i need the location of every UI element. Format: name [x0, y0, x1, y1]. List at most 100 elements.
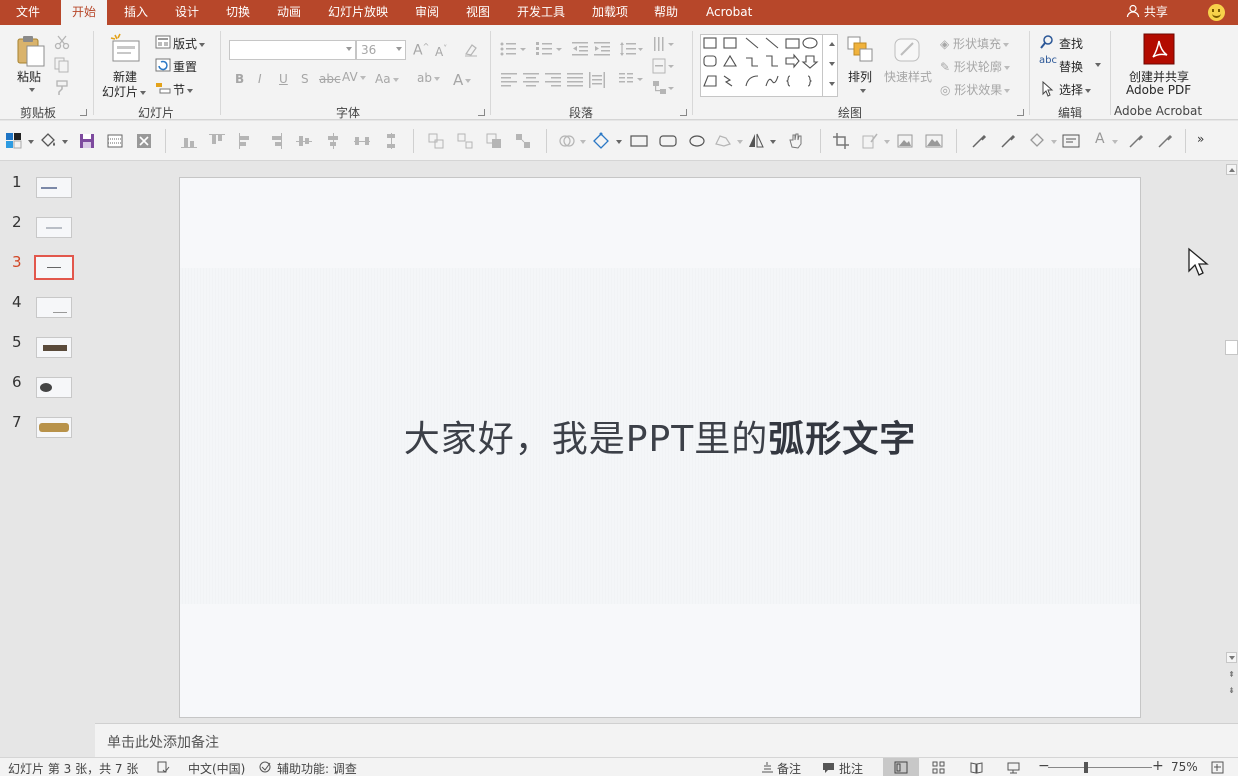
section-button[interactable]: 节: [173, 81, 194, 98]
shape-outline-button[interactable]: ✎ 形状轮廓: [940, 58, 1010, 75]
adobe-pdf-label[interactable]: Adobe PDF: [1126, 83, 1191, 97]
merge-dropdown-icon[interactable]: [580, 140, 586, 144]
slide-thumbnail[interactable]: [36, 217, 72, 238]
arrange-icon[interactable]: [846, 35, 874, 63]
menu-animations[interactable]: 动画: [277, 0, 301, 25]
slide-thumbnail[interactable]: [36, 297, 72, 318]
eyedropper-line-icon[interactable]: [999, 132, 1017, 150]
align-right-icon[interactable]: [545, 73, 561, 87]
cut-icon[interactable]: [54, 34, 70, 50]
reset-button[interactable]: 重置: [173, 58, 197, 75]
menu-insert[interactable]: 插入: [124, 0, 148, 25]
paste-dropdown-icon[interactable]: [29, 88, 35, 92]
align-center-icon[interactable]: [523, 73, 539, 87]
scroll-up-button[interactable]: [1226, 164, 1237, 175]
clipboard-dialog-launcher[interactable]: [80, 109, 87, 116]
align-center-objects-icon[interactable]: [324, 132, 342, 150]
menu-design[interactable]: 设计: [175, 0, 199, 25]
menu-transitions[interactable]: 切换: [226, 0, 250, 25]
edit-shape-dropdown-icon[interactable]: [616, 140, 622, 144]
close-box-icon[interactable]: [135, 132, 153, 150]
textbox-icon[interactable]: [1062, 132, 1080, 150]
zoom-in-button[interactable]: +: [1152, 758, 1164, 774]
share-button[interactable]: 共享: [1126, 0, 1168, 25]
new-slide-label-2[interactable]: 幻灯片: [102, 83, 147, 100]
notes-toggle-button[interactable]: 备注: [777, 760, 801, 776]
comments-toggle-button[interactable]: 批注: [839, 760, 863, 776]
format-painter-icon[interactable]: [54, 80, 70, 96]
text-direction-icon[interactable]: [652, 35, 676, 55]
replace-button[interactable]: 替换: [1059, 58, 1083, 75]
slide-thumbnail[interactable]: [36, 337, 72, 358]
slide-title-text[interactable]: 大家好，我是PPT里的弧形文字: [180, 410, 1140, 462]
character-spacing-icon[interactable]: AV: [342, 70, 366, 84]
zoom-slider-track[interactable]: [1048, 767, 1152, 768]
eyedropper-icon[interactable]: [970, 132, 988, 150]
line-spacing-icon[interactable]: [620, 41, 644, 57]
shape-merge-icon[interactable]: [558, 132, 576, 150]
align-bottom-icon[interactable]: [180, 132, 198, 150]
replace-dropdown-icon[interactable]: [1095, 63, 1101, 67]
shape-fill-button[interactable]: ◈ 形状填充: [940, 35, 1010, 52]
group-icon[interactable]: [427, 132, 445, 150]
crop-icon[interactable]: [832, 132, 850, 150]
zoom-out-button[interactable]: −: [1038, 758, 1050, 774]
fill-dropdown-icon[interactable]: [1051, 140, 1057, 144]
flip-dropdown-icon[interactable]: [770, 140, 776, 144]
text-color-dropdown-icon[interactable]: [1112, 140, 1118, 144]
freeform-icon[interactable]: [714, 132, 732, 150]
rounded-rectangle-icon[interactable]: [659, 132, 677, 150]
oval-icon[interactable]: [688, 132, 706, 150]
italic-icon[interactable]: I: [258, 72, 262, 86]
drawing-dialog-launcher[interactable]: [1017, 109, 1024, 116]
menu-review[interactable]: 审阅: [415, 0, 439, 25]
distribute-vertical-icon[interactable]: [382, 132, 400, 150]
font-name-combo[interactable]: [229, 40, 356, 60]
bring-forward-icon[interactable]: [485, 132, 503, 150]
layout-button[interactable]: 版式: [173, 35, 206, 52]
slide-sorter-icon[interactable]: [932, 761, 945, 774]
align-objects-left-icon[interactable]: [237, 132, 255, 150]
paste-icon[interactable]: [16, 35, 46, 67]
normal-view-button[interactable]: [883, 758, 919, 776]
underline-icon[interactable]: U: [279, 72, 288, 86]
send-backward-icon[interactable]: [514, 132, 532, 150]
flip-icon[interactable]: [747, 132, 765, 150]
slideshow-icon[interactable]: [1007, 761, 1020, 774]
hand-icon[interactable]: [787, 132, 805, 150]
reading-view-icon[interactable]: [970, 761, 983, 774]
decrease-indent-icon[interactable]: [572, 42, 588, 56]
change-case-icon[interactable]: Aa: [375, 72, 399, 86]
pen-dropdown-icon[interactable]: [884, 140, 890, 144]
new-slide-icon[interactable]: [110, 33, 142, 65]
prev-slide-button[interactable]: ⇞: [1226, 670, 1237, 682]
paragraph-dialog-launcher[interactable]: [680, 109, 687, 116]
increase-indent-icon[interactable]: [594, 42, 610, 56]
shadow-icon[interactable]: S: [301, 72, 309, 86]
text-color-icon[interactable]: A: [1095, 131, 1113, 149]
align-top-icon[interactable]: [208, 132, 226, 150]
align-objects-right-icon[interactable]: [266, 132, 284, 150]
picture-icon[interactable]: [896, 132, 914, 150]
scroll-thumb[interactable]: [1225, 340, 1238, 355]
edit-shape-icon[interactable]: [592, 132, 610, 150]
save-icon[interactable]: [78, 132, 96, 150]
rectangle-icon[interactable]: [630, 132, 648, 150]
slide-grid-icon[interactable]: [106, 132, 124, 150]
slide-thumbnail[interactable]: [36, 177, 72, 198]
arrange-dropdown-icon[interactable]: [860, 89, 866, 93]
slide-thumbnail[interactable]: [36, 417, 72, 438]
zoom-slider-thumb[interactable]: [1084, 762, 1088, 773]
distribute-horizontal-icon[interactable]: [353, 132, 371, 150]
numbering-icon[interactable]: [536, 42, 564, 56]
shape-effects-button[interactable]: ◎ 形状效果: [940, 81, 1011, 98]
justify-icon[interactable]: [567, 73, 583, 87]
fill-bucket-icon[interactable]: [1028, 132, 1046, 150]
ungroup-icon[interactable]: [456, 132, 474, 150]
bucket-dropdown-icon[interactable]: [62, 140, 68, 144]
columns-icon[interactable]: [619, 73, 645, 87]
eyedropper-text-icon[interactable]: [1127, 132, 1145, 150]
pen-edit-icon[interactable]: [861, 132, 879, 150]
menu-help[interactable]: 帮助: [654, 0, 678, 25]
fit-slide-icon[interactable]: [1211, 761, 1224, 774]
